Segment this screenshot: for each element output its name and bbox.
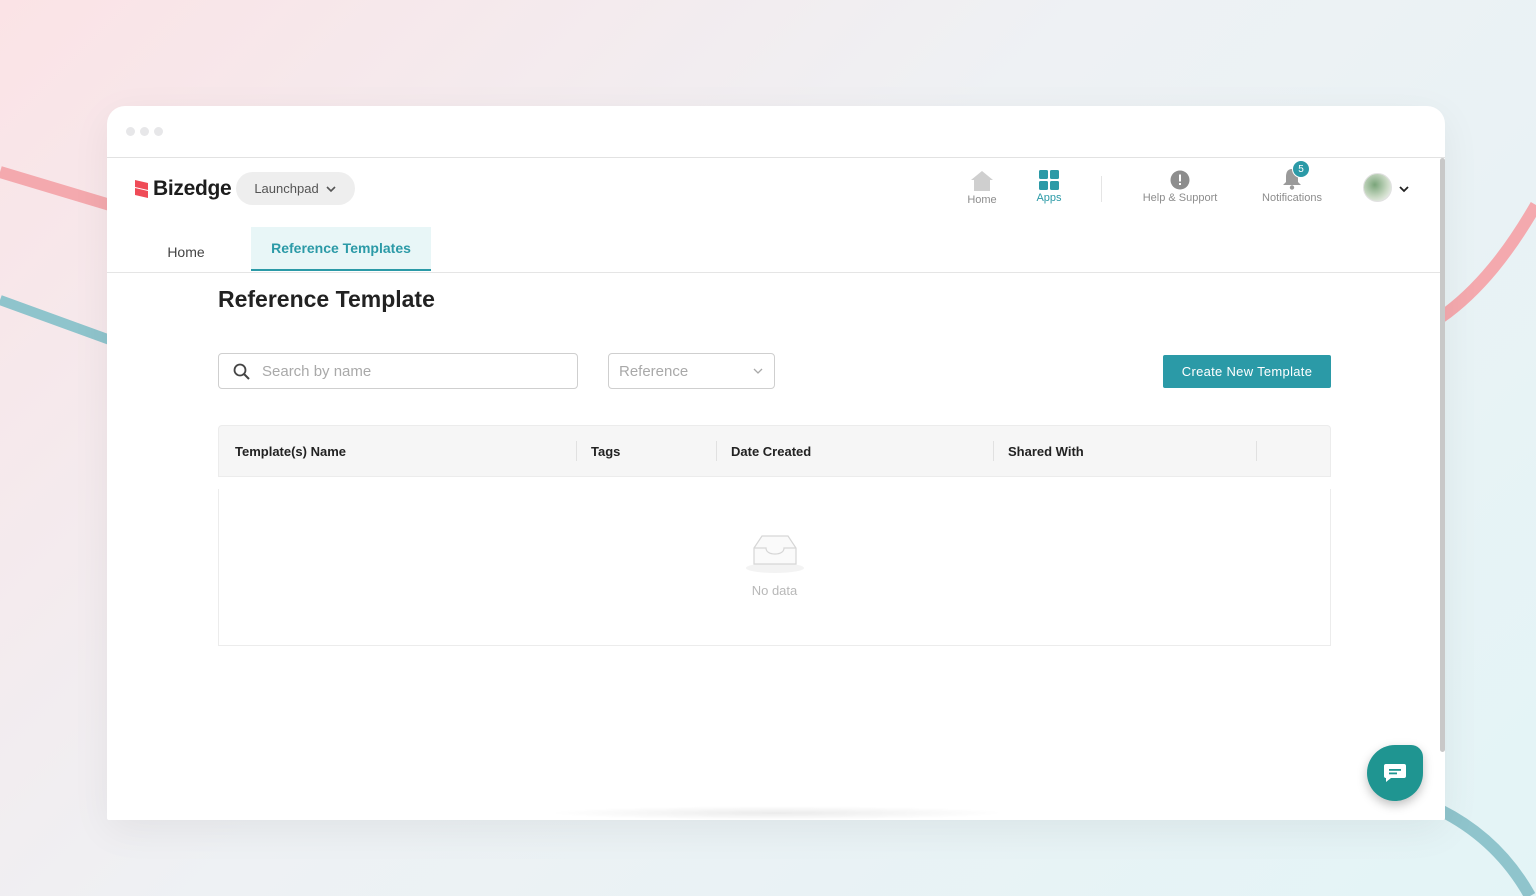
search-input[interactable] xyxy=(260,361,554,381)
search-box[interactable] xyxy=(218,353,578,389)
search-icon xyxy=(233,363,250,380)
nav-home-label: Home xyxy=(967,194,997,206)
column-header-date-created[interactable]: Date Created xyxy=(731,426,811,476)
create-new-template-button[interactable]: Create New Template xyxy=(1163,355,1331,388)
chat-button[interactable] xyxy=(1367,745,1423,801)
apps-grid-icon xyxy=(1039,170,1059,190)
chevron-down-icon[interactable] xyxy=(1397,182,1411,196)
empty-inbox-icon xyxy=(746,535,804,573)
tabs-divider xyxy=(107,272,1440,273)
column-separator xyxy=(1256,441,1257,461)
nav-notifications[interactable]: Notifications xyxy=(1255,168,1329,204)
nav-home[interactable]: Home xyxy=(962,170,1002,206)
nav-help-label: Help & Support xyxy=(1142,192,1218,204)
chevron-down-icon xyxy=(753,368,763,374)
launchpad-label: Launchpad xyxy=(254,181,319,196)
column-header-shared-with[interactable]: Shared With xyxy=(1008,426,1084,476)
vertical-scrollbar[interactable] xyxy=(1440,158,1445,752)
nav-apps-label: Apps xyxy=(1036,192,1062,204)
column-header-tags[interactable]: Tags xyxy=(591,426,620,476)
brand-name: Bizedge xyxy=(153,177,232,200)
chevron-down-icon xyxy=(326,185,336,192)
app-window: Bizedge Launchpad Home Apps Help & Suppo… xyxy=(107,106,1445,820)
nav-apps[interactable]: Apps xyxy=(1029,170,1069,204)
table-header: Template(s) Name Tags Date Created Share… xyxy=(218,425,1331,477)
launchpad-dropdown[interactable]: Launchpad xyxy=(236,172,355,205)
help-icon xyxy=(1170,170,1190,190)
bizedge-logo-icon xyxy=(135,180,148,198)
user-avatar[interactable] xyxy=(1363,173,1392,202)
brand-logo[interactable]: Bizedge xyxy=(134,177,232,201)
window-controls xyxy=(126,127,163,136)
nav-help-support[interactable]: Help & Support xyxy=(1134,170,1226,204)
page-title: Reference Template xyxy=(218,286,435,312)
reference-filter-value: Reference xyxy=(619,362,689,380)
tab-reference-templates[interactable]: Reference Templates xyxy=(251,227,431,271)
column-header-template-name[interactable]: Template(s) Name xyxy=(235,426,346,476)
chat-icon xyxy=(1384,764,1406,782)
tab-home[interactable]: Home xyxy=(147,234,225,270)
column-separator xyxy=(993,441,994,461)
notification-count-badge: 5 xyxy=(1292,160,1310,178)
window-divider xyxy=(107,157,1445,158)
bottom-shadow xyxy=(547,806,1007,820)
nav-separator xyxy=(1101,176,1102,202)
table-body-empty: No data xyxy=(218,489,1331,646)
nav-notifications-label: Notifications xyxy=(1262,192,1322,204)
column-separator xyxy=(716,441,717,461)
column-separator xyxy=(576,441,577,461)
empty-state-text: No data xyxy=(751,583,798,598)
home-icon xyxy=(971,171,993,191)
reference-filter-select[interactable]: Reference xyxy=(608,353,775,389)
